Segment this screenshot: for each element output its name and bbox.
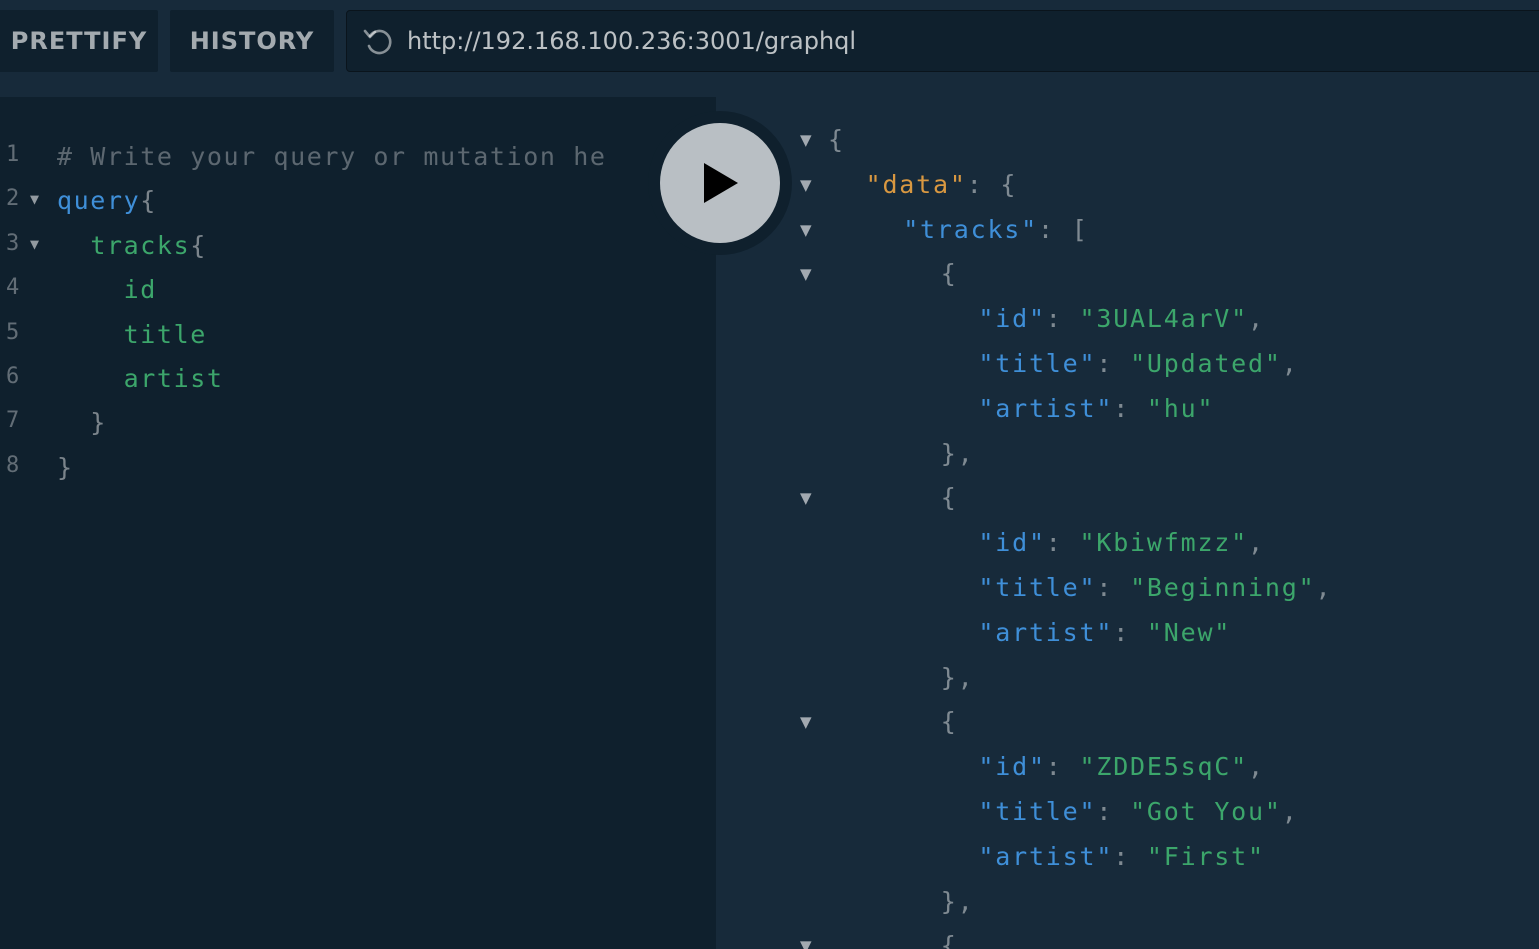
json-track-artist: "hu" [1146,393,1215,423]
editor-line: 5 title [0,320,716,364]
line-number: 5 [6,320,20,345]
json-tracks-line: ▼ "tracks": [ [800,214,1089,244]
line-number: 8 [6,453,20,478]
endpoint-url[interactable]: http://192.168.100.236:3001/graphql [407,27,856,55]
json-tracks-key: "tracks" [903,214,1038,244]
query-comment: # Write your query or mutation he [57,142,607,171]
result-viewer: ▼{▼ "data": {▼ "tracks": [▼{"id": "3UAL4ar… [716,97,1539,949]
json-key: "title" [978,349,1097,378]
editor-line: 7 } [6,408,107,437]
json-track-open: ▼{ [800,707,958,737]
fold-toggle-icon[interactable]: ▼ [800,176,813,194]
root-field: tracks [90,231,191,260]
json-track-artist: "New" [1146,617,1232,647]
json-track-title-line: "title": "Beginning", [978,573,1333,602]
json-track-id-line: "id": "Kbiwfmzz", [978,528,1265,558]
json-track-artist-line: "artist": "First" [978,841,1265,871]
line-number: 2 [6,186,20,211]
json-key: "title" [978,797,1097,826]
json-key: "id" [978,304,1046,334]
toolbar: PRETTIFY HISTORY http://192.168.100.236:… [0,0,1539,97]
json-track-artist-line: "artist": "New" [978,617,1232,647]
line-number: 1 [6,142,20,167]
json-track-title: "Beginning" [1130,573,1316,602]
execute-query-button[interactable] [660,123,780,243]
json-track-open: ▼{ [716,931,1539,949]
json-key: "id" [978,752,1046,782]
editor-line: 1 # Write your query or mutation he [0,142,716,186]
json-track-title-line: "title": "Updated", [978,349,1299,378]
history-button[interactable]: HISTORY [170,10,334,72]
json-key: "artist" [978,617,1114,647]
line-number: 4 [6,275,20,300]
editor-line: 3 ▼ tracks{ [6,231,207,260]
json-track-id-line: "id": "ZDDE5sqC", [978,752,1265,782]
fold-toggle-icon[interactable]: ▼ [800,937,813,949]
query-editor[interactable]: 1 # Write your query or mutation he 2 ▼ … [0,97,716,949]
fold-toggle-icon[interactable]: ▼ [30,190,39,208]
json-key: "artist" [978,841,1114,871]
fold-toggle-icon[interactable]: ▼ [800,265,813,283]
line-number: 7 [6,408,20,433]
json-data-key: "data" [865,169,967,199]
editor-line: 4 id [0,275,716,319]
json-track-title: "Got You" [1130,797,1282,826]
json-track-title-line: "title": "Got You", [978,797,1299,826]
fold-toggle-icon[interactable]: ▼ [800,131,813,149]
fold-toggle-icon[interactable]: ▼ [800,489,813,507]
fold-toggle-icon[interactable]: ▼ [800,221,813,239]
json-key: "artist" [978,393,1114,423]
fold-toggle-icon[interactable]: ▼ [800,713,813,731]
json-data-line: ▼ "data": { [800,169,1018,199]
endpoint-url-bar[interactable]: http://192.168.100.236:3001/graphql [346,10,1539,72]
query-keyword: query [57,186,141,215]
prettify-button[interactable]: PRETTIFY [0,10,158,72]
field-artist: artist [123,364,224,393]
json-track-close: }, [940,438,975,468]
json-track-open: ▼{ [800,259,958,289]
json-track-close: }, [940,662,975,692]
editor-line: 6 artist [0,364,716,408]
line-number: 6 [6,364,20,389]
json-track-close: }, [940,886,975,916]
json-track-artist: "First" [1146,841,1265,871]
json-root-open: ▼{ [800,125,845,154]
reload-icon[interactable] [361,24,395,58]
json-key: "id" [978,528,1046,558]
fold-toggle-icon[interactable]: ▼ [30,235,39,253]
json-track-open: ▼{ [800,483,958,513]
line-number: 3 [6,231,20,256]
json-track-id-line: "id": "3UAL4arV", [978,304,1265,334]
json-track-id: "ZDDE5sqC" [1079,752,1249,782]
editor-line: 2 ▼ query{ [6,186,157,215]
json-track-title: "Updated" [1130,349,1282,378]
field-title: title [123,320,207,349]
json-key: "title" [978,573,1097,602]
json-track-artist-line: "artist": "hu" [978,393,1215,423]
json-track-id: "3UAL4arV" [1079,304,1249,334]
field-id: id [123,275,157,304]
json-track-id: "Kbiwfmzz" [1079,528,1249,558]
play-icon [704,163,738,203]
editor-line: 8 } [6,453,74,482]
